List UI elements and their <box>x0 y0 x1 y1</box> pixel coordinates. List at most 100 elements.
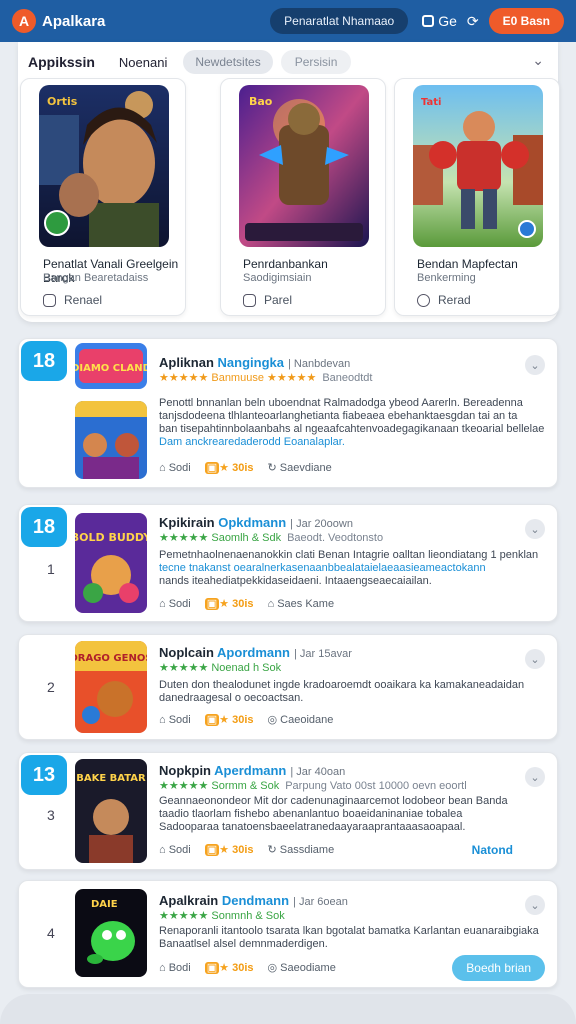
svg-text:DAIE: DAIE <box>91 899 118 910</box>
svg-text:DRAGO GENOS: DRAGO GENOS <box>75 653 147 664</box>
rating-stars: ★★★★★ Banmuuse ★★★★★ Baneodtdt <box>159 372 373 384</box>
rating-action[interactable]: ▣ ★ 30is <box>204 961 254 974</box>
app-name[interactable]: Apalkrain Dendmann | Jar 6oean <box>159 893 348 908</box>
featured-card[interactable]: Bao Penrdanbankan Saodigimsiain Parel <box>220 78 386 316</box>
rank-number: 1 <box>47 561 55 577</box>
refresh-icon[interactable]: ⟳ <box>467 13 479 30</box>
art-label: Ortis <box>47 95 78 108</box>
rating-stars: ★★★★★ Noenad h Sok <box>159 662 282 674</box>
header-action-button[interactable]: E0 Basn <box>488 8 564 34</box>
featured-card[interactable]: Ortis Penatlat Vanali Greelgein Barok Ba… <box>20 78 186 316</box>
rank-badge: 18 <box>21 507 67 547</box>
rank-number: 4 <box>47 925 55 941</box>
rating-stars: ★★★★★ Sormm & Sok Parpung Vato 00st 10000… <box>159 780 467 792</box>
app-icon: BOLD BUDDY <box>75 513 147 613</box>
list-item[interactable]: 4 DAIE Apalkrain Dendmann | Jar 6oean ★★★… <box>18 880 558 988</box>
featured-action-label: Renael <box>64 293 103 307</box>
featured-action[interactable]: Renael <box>43 293 102 307</box>
game-artwork: Bao <box>239 85 369 247</box>
share-action[interactable]: ⌂ Sodi <box>159 714 191 726</box>
tab-apps[interactable]: Appikssin <box>28 50 103 74</box>
svg-text:BOLD BUDDY: BOLD BUDDY <box>75 531 147 544</box>
tab-new[interactable]: Noenani <box>111 51 175 74</box>
featured-name: Bendan Mapfectan <box>417 257 518 271</box>
app-logo[interactable]: A <box>12 9 36 33</box>
tab-websites[interactable]: Newdetsites <box>183 50 273 74</box>
list-item[interactable]: 18 DIAMO CLAND Apliknan Nangingka | Nanbd… <box>18 338 558 488</box>
app-actions: ⌂ Sodi ▣ ★ 30is ↻ Saevdiane <box>159 461 332 474</box>
chevron-down-icon[interactable]: ⌄ <box>532 52 544 69</box>
tab-personal[interactable]: Persisin <box>280 50 352 74</box>
more-options-icon[interactable]: ⌄ <box>525 767 545 787</box>
smile-icon <box>43 293 56 307</box>
featured-subtitle: Saodigimsiain <box>243 272 312 284</box>
save-action[interactable]: ◎ Saeodiame <box>268 961 336 974</box>
notification-label: Ge <box>438 13 457 29</box>
svg-text:Tati: Tati <box>421 97 442 108</box>
save-action[interactable]: ↻ Sassdiame <box>268 843 335 856</box>
app-actions: ⌂ Sodi ▣ ★ 30is ◎ Caeoidane <box>159 713 333 726</box>
share-action[interactable]: ⌂ Bodi <box>159 962 191 974</box>
app-name[interactable]: Nopkpin Aperdmann | Jar 40oan <box>159 763 345 778</box>
share-action[interactable]: ⌂ Sodi <box>159 462 191 474</box>
app-title: Apalkara <box>42 12 106 30</box>
search-pill[interactable]: Penaratlat Nhamaao <box>270 8 409 34</box>
rank-badge: 18 <box>21 341 67 381</box>
rating-action[interactable]: ▣ ★ 30is <box>204 713 254 726</box>
app-actions: ⌂ Sodi ▣ ★ 30is ↻ Sassdiame <box>159 843 334 856</box>
list-item[interactable]: 13 3 BAKE BATAR Nopkpin Aperdmann | Jar 4… <box>18 752 558 870</box>
app-icon: DAIE <box>75 889 147 977</box>
rating-stars: ★★★★★ Sonmnh & Sok <box>159 910 285 922</box>
more-options-icon[interactable]: ⌄ <box>525 519 545 539</box>
save-action[interactable]: ⌂ Saes Kame <box>268 598 335 610</box>
more-options-icon[interactable]: ⌄ <box>525 895 545 915</box>
app-logo-tile: DIAMO CLAND <box>75 343 147 389</box>
more-options-icon[interactable]: ⌄ <box>525 355 545 375</box>
featured-action-label: Parel <box>264 293 293 307</box>
install-button[interactable]: Boedh brian <box>452 955 545 981</box>
top-app-bar: A Apalkara Penaratlat Nhamaao Ge ⟳ E0 Ba… <box>0 0 576 42</box>
app-name[interactable]: Apliknan Nangingka | Nanbdevan <box>159 355 350 370</box>
rating-action[interactable]: ▣ ★ 30is <box>204 843 254 856</box>
rating-stars: ★★★★★ Saomlh & Sdk Baeodt. Veodtonsto <box>159 532 384 544</box>
bottom-edge <box>0 994 576 1024</box>
app-actions: ⌂ Bodi ▣ ★ 30is ◎ Saeodiame <box>159 961 336 974</box>
share-action[interactable]: ⌂ Sodi <box>159 598 191 610</box>
featured-card[interactable]: Tati Bendan Mapfectan Benkerming Rerad <box>394 78 560 316</box>
rating-action[interactable]: ▣ ★ 30is <box>204 461 254 474</box>
list-item[interactable]: 2 DRAGO GENOS Noplcain Apordmann| Jar 15… <box>18 634 558 740</box>
app-icon: DRAGO GENOS <box>75 641 147 733</box>
app-name[interactable]: Kpikirain Opkdmann | Jar 20oown <box>159 515 353 530</box>
save-action[interactable]: ◎ Caeoidane <box>268 713 334 726</box>
featured-subtitle: Benkerming <box>417 272 476 284</box>
svg-text:DIAMO CLAND: DIAMO CLAND <box>75 363 147 374</box>
app-name[interactable]: Noplcain Apordmann | Jar 15avar <box>159 645 352 660</box>
save-action[interactable]: ↻ Saevdiane <box>268 461 332 474</box>
rank-number: 2 <box>47 679 55 695</box>
app-description: Pemetnhaolnenaenanokkin clati Benan Inta… <box>159 549 539 587</box>
puzzle-icon <box>243 293 256 307</box>
share-action[interactable]: ⌂ Sodi <box>159 844 191 856</box>
svg-text:Bao: Bao <box>249 95 273 108</box>
notification-toggle[interactable]: Ge <box>422 13 457 29</box>
featured-action[interactable]: Rerad <box>417 293 471 307</box>
game-artwork: Ortis <box>39 85 169 247</box>
featured-action-label: Rerad <box>438 293 471 307</box>
featured-name: Penrdanbankan <box>243 257 328 271</box>
featured-panel: Appikssin Noenani Newdetsites Persisin ⌄ <box>18 42 560 322</box>
featured-subtitle: Bangan Bearetadaiss <box>43 272 149 284</box>
rank-badge: 13 <box>21 755 67 795</box>
rank-number: 3 <box>47 807 55 823</box>
app-actions: ⌂ Sodi ▣ ★ 30is ⌂ Saes Kame <box>159 597 334 610</box>
svg-text:BAKE BATAR: BAKE BATAR <box>76 773 146 784</box>
featured-action[interactable]: Parel <box>243 293 292 307</box>
list-item[interactable]: 18 1 BOLD BUDDY Kpikirain Opkdmann| Jar … <box>18 504 558 622</box>
rating-action[interactable]: ▣ ★ 30is <box>204 597 254 610</box>
game-artwork: Tati <box>413 85 543 247</box>
more-options-icon[interactable]: ⌄ <box>525 649 545 669</box>
square-icon <box>422 15 435 27</box>
install-link[interactable]: Natond <box>472 843 513 857</box>
app-icon: BAKE BATAR <box>75 759 147 863</box>
app-description: Penottl bnnanlan beln uboendnat Ralmadod… <box>159 397 545 448</box>
app-description: Renaporanli itantoolo tsarata lkan bgota… <box>159 925 539 950</box>
